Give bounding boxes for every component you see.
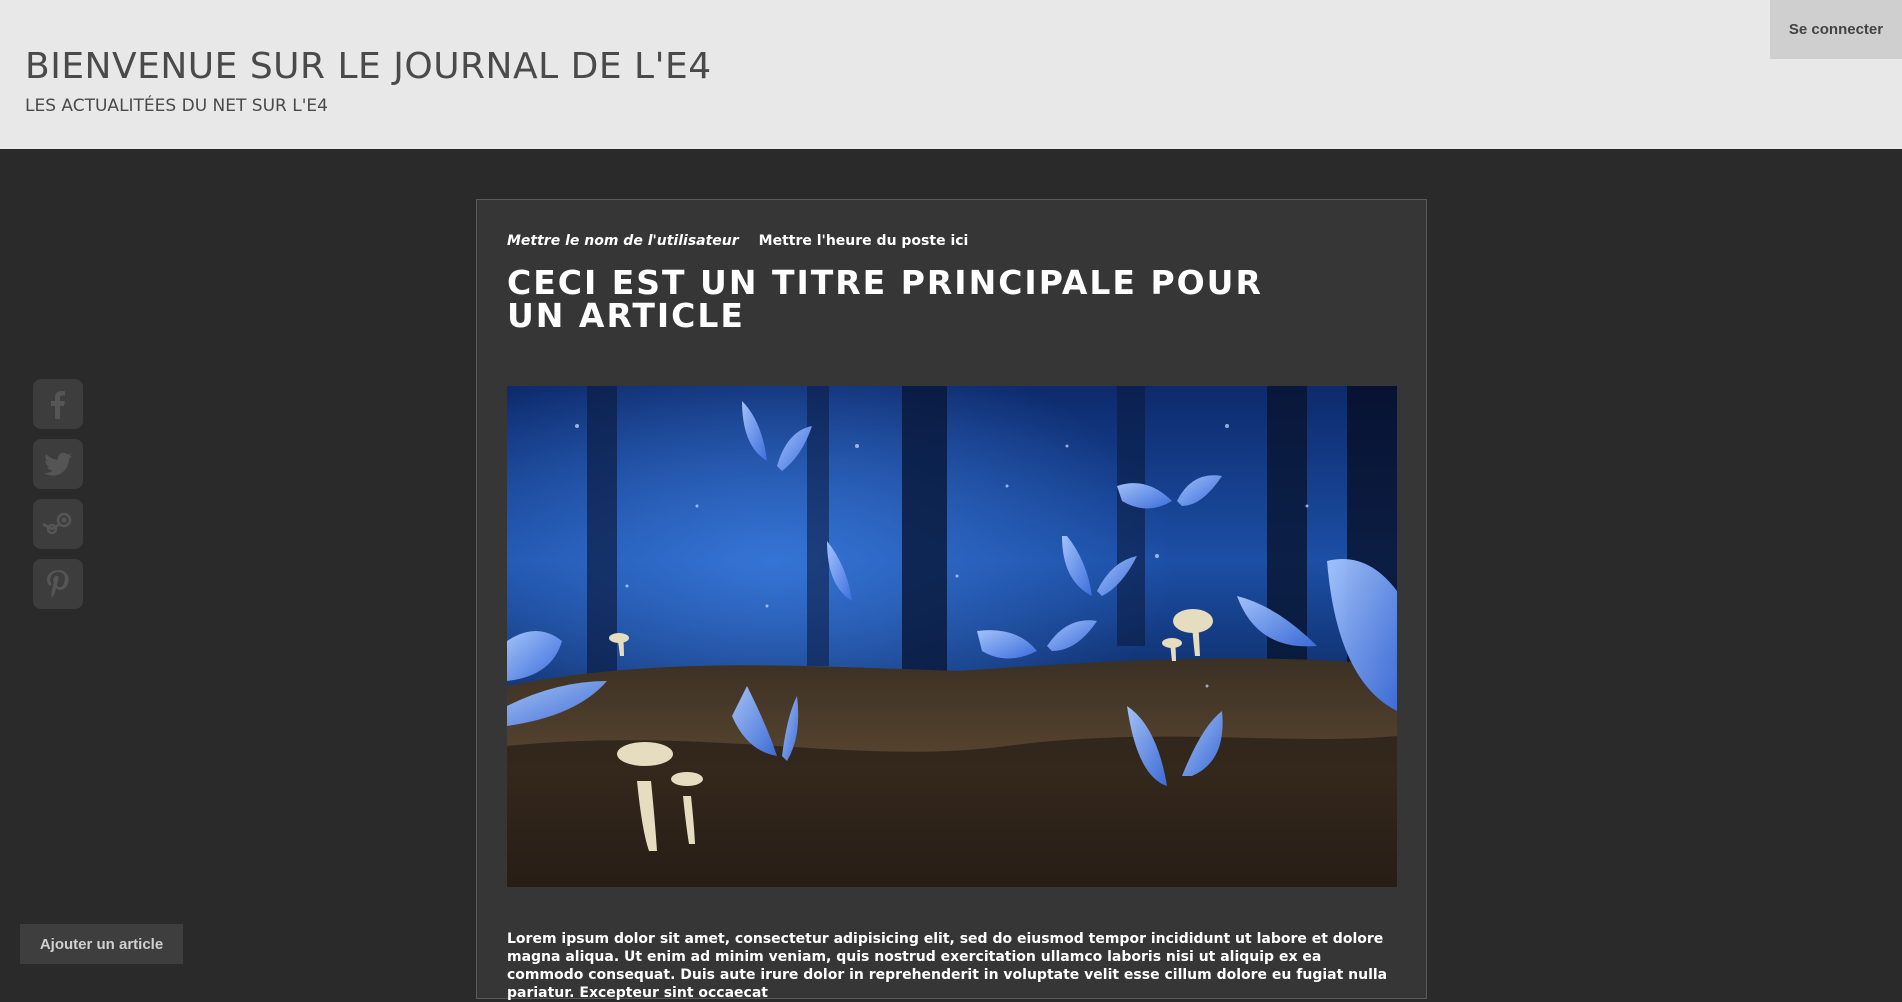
article-author: Mettre le nom de l'utilisateur	[507, 233, 739, 249]
article-meta: Mettre le nom de l'utilisateur Mettre l'…	[507, 233, 968, 249]
add-article-button[interactable]: Ajouter un article	[20, 924, 183, 964]
article-time: Mettre l'heure du poste ici	[758, 233, 969, 249]
article-title: CECI EST UN TITRE PRINCIPALE POUR UN ART…	[507, 263, 1263, 335]
steam-icon[interactable]	[33, 499, 83, 549]
social-bar	[33, 379, 83, 609]
site-subtitle: LES ACTUALITÉES DU NET SUR L'E4	[25, 96, 328, 116]
article-body: Lorem ipsum dolor sit amet, consectetur …	[507, 931, 1388, 1001]
pinterest-icon[interactable]	[33, 559, 83, 609]
site-title: BIENVENUE SUR LE JOURNAL DE L'E4	[25, 46, 712, 87]
login-button[interactable]: Se connecter	[1770, 0, 1902, 59]
article-card: Mettre le nom de l'utilisateur Mettre l'…	[476, 199, 1427, 1001]
blue-butterflies-forest-image	[507, 386, 1397, 887]
twitter-icon[interactable]	[33, 439, 83, 489]
facebook-icon[interactable]	[33, 379, 83, 429]
site-header: BIENVENUE SUR LE JOURNAL DE L'E4 LES ACT…	[0, 0, 1902, 149]
